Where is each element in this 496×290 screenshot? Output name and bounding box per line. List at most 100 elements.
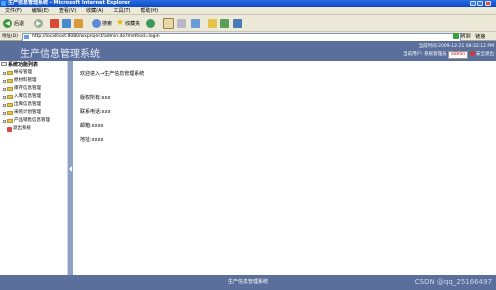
history-button[interactable] bbox=[146, 18, 155, 28]
user-label: 当前用户: 系统管理员 bbox=[403, 52, 447, 57]
expand-icon bbox=[3, 111, 6, 115]
window-titlebar: 生产信息管理系统 - Microsoft Internet Explorer bbox=[0, 0, 496, 7]
logout-icon[interactable] bbox=[469, 51, 475, 56]
toolbar: ◀ 后退 ▶ 搜索 ★ 收藏夹 bbox=[0, 15, 496, 32]
time-label: 当前时间: bbox=[418, 44, 439, 49]
mail-icon bbox=[163, 17, 174, 29]
menu-tools[interactable]: 工具(T) bbox=[109, 7, 136, 15]
back-button[interactable]: ◀ 后退 bbox=[3, 18, 24, 28]
minimize-button[interactable] bbox=[470, 1, 476, 6]
folder-icon bbox=[7, 87, 13, 91]
collapse-arrow-icon[interactable] bbox=[69, 166, 72, 172]
copyright-text: 版权所有:xxx bbox=[80, 95, 111, 101]
close-button[interactable] bbox=[485, 1, 491, 6]
user-name-badge: admin bbox=[448, 51, 469, 59]
expand-icon bbox=[3, 87, 6, 91]
sidebar-item-label: 库存信息管理 bbox=[14, 86, 41, 91]
sidebar-item-exit[interactable]: 退出系统 bbox=[3, 126, 31, 132]
forward-button[interactable]: ▶ bbox=[34, 18, 43, 28]
print-button[interactable] bbox=[177, 18, 186, 28]
tool-icon bbox=[233, 18, 242, 28]
page-icon bbox=[24, 35, 29, 39]
folder-icon bbox=[7, 103, 13, 107]
back-icon: ◀ bbox=[3, 18, 12, 28]
stop-button[interactable] bbox=[50, 18, 59, 28]
menu-help[interactable]: 帮助(H) bbox=[135, 7, 163, 15]
logout-link[interactable]: 安全退出 bbox=[476, 52, 494, 57]
time-value: 2009-12-21 08:32:12 PM bbox=[438, 44, 494, 49]
print-icon bbox=[177, 18, 186, 28]
exit-icon bbox=[7, 126, 12, 132]
edit-button[interactable] bbox=[191, 18, 200, 28]
messenger-button[interactable] bbox=[220, 18, 229, 28]
maximize-button[interactable] bbox=[477, 1, 483, 6]
sidebar-item-sales[interactable]: 产品销售信息管理 bbox=[3, 118, 50, 124]
star-icon: ★ bbox=[116, 17, 125, 28]
menu-view[interactable]: 查看(V) bbox=[54, 7, 81, 15]
menu-favorites[interactable]: 收藏(A) bbox=[81, 7, 108, 15]
url-text: http://localhost:8080/wxproject/admin.do… bbox=[32, 34, 160, 39]
home-icon bbox=[74, 18, 83, 28]
history-icon bbox=[146, 18, 155, 28]
menu-file[interactable]: 文件(F) bbox=[0, 7, 27, 15]
mail-button[interactable] bbox=[163, 17, 174, 29]
app-header: 生产信息管理系统 当前时间:2009-12-21 08:32:12 PM 当前用… bbox=[0, 41, 496, 61]
search-button[interactable]: 搜索 bbox=[92, 18, 112, 28]
edit-icon bbox=[191, 18, 200, 28]
sidebar-item-purchase-plan[interactable]: 采购计划管理 bbox=[3, 110, 41, 116]
sidebar-title: 系统功能列表 bbox=[1, 62, 38, 68]
address-bar: 地址(D) http://localhost:8080/wxproject/ad… bbox=[0, 32, 496, 42]
sidebar-title-text: 系统功能列表 bbox=[8, 62, 39, 68]
expand-icon bbox=[3, 119, 6, 123]
refresh-button[interactable] bbox=[62, 18, 71, 28]
window-title: 生产信息管理系统 - Microsoft Internet Explorer bbox=[8, 0, 131, 6]
app-footer: 生产信息管理系统 CSDN @qq_25166497 bbox=[0, 275, 496, 290]
messenger-icon bbox=[220, 18, 229, 28]
refresh-icon bbox=[62, 18, 71, 28]
header-info: 当前时间:2009-12-21 08:32:12 PM 当前用户: 系统管理员 … bbox=[403, 43, 494, 59]
search-label: 搜索 bbox=[102, 20, 113, 27]
sidebar-item-label: 帐号管理 bbox=[14, 70, 32, 75]
phone-text: 联系电话:xxx bbox=[80, 109, 111, 115]
watermark: CSDN @qq_25166497 bbox=[414, 278, 492, 286]
links-label[interactable]: 链接 bbox=[475, 34, 485, 40]
tool-button[interactable] bbox=[233, 18, 242, 28]
favorites-button[interactable]: ★ 收藏夹 bbox=[116, 18, 140, 28]
go-label: 转到 bbox=[460, 33, 471, 40]
sidebar-item-stock-out[interactable]: 出库信息管理 bbox=[3, 102, 41, 108]
sidebar-item-label: 产品销售信息管理 bbox=[14, 118, 50, 123]
home-button[interactable] bbox=[74, 18, 83, 28]
go-button[interactable]: 转到 链接 bbox=[453, 33, 485, 40]
expand-icon bbox=[3, 71, 6, 75]
email-text: 邮箱:xxxx bbox=[80, 123, 104, 129]
sidebar-item-stock-in[interactable]: 入库信息管理 bbox=[3, 94, 41, 100]
sidebar-item-inventory[interactable]: 库存信息管理 bbox=[3, 86, 41, 92]
folder-icon bbox=[7, 79, 13, 83]
folder-icon bbox=[7, 95, 13, 99]
sidebar-item-accounts[interactable]: 帐号管理 bbox=[3, 70, 32, 76]
folder-icon bbox=[7, 111, 13, 115]
folder-button[interactable] bbox=[208, 18, 217, 28]
address-label: 地址(D) bbox=[2, 34, 18, 39]
favorites-label: 收藏夹 bbox=[125, 20, 141, 27]
folder-icon bbox=[208, 18, 217, 28]
main-content: 欢迎进入→生产信息管理系统 版权所有:xxx 联系电话:xxx 邮箱:xxxx … bbox=[73, 61, 496, 275]
sidebar-item-label: 原材料管理 bbox=[14, 78, 37, 83]
menu-bar: 文件(F) 编辑(E) 查看(V) 收藏(A) 工具(T) 帮助(H) bbox=[0, 7, 496, 15]
go-icon bbox=[453, 33, 459, 39]
forward-icon: ▶ bbox=[34, 18, 43, 28]
welcome-text: 欢迎进入→生产信息管理系统 bbox=[80, 71, 145, 77]
expand-icon bbox=[3, 103, 6, 107]
expand-icon bbox=[3, 95, 6, 99]
stop-icon bbox=[50, 18, 59, 28]
sidebar-item-label: 退出系统 bbox=[13, 126, 31, 131]
search-icon bbox=[92, 18, 101, 28]
menu-edit[interactable]: 编辑(E) bbox=[27, 7, 54, 15]
address-text: 地址:xxxx bbox=[80, 137, 104, 143]
folder-icon bbox=[7, 71, 13, 75]
sidebar-item-label: 采购计划管理 bbox=[14, 110, 41, 115]
footer-text: 生产信息管理系统 bbox=[227, 279, 268, 285]
app-title: 生产信息管理系统 bbox=[20, 49, 100, 60]
sidebar-item-materials[interactable]: 原材料管理 bbox=[3, 78, 37, 84]
folder-icon bbox=[7, 119, 13, 123]
